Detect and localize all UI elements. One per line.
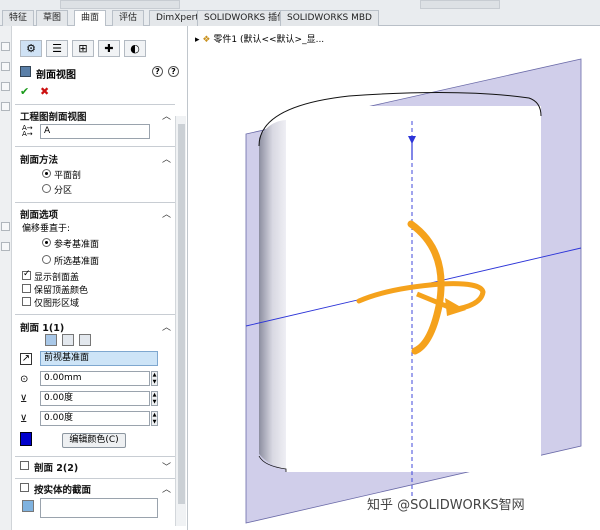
feature-manager-icon[interactable]: ⚙ [20, 40, 42, 57]
section-label-title: 工程图剖面视图 [20, 112, 87, 123]
plane-input[interactable]: 前视基准面 [40, 351, 158, 366]
tab-features[interactable]: 特征 [2, 10, 35, 26]
plane-flip-icon[interactable] [62, 334, 74, 346]
checkbox-graphics-only[interactable] [22, 297, 31, 306]
display-manager-icon[interactable]: ◐ [124, 40, 146, 57]
section2-title: 剖面 2(2) [34, 463, 79, 474]
command-tab-bar: 特征 草图 曲面 评估 DimXpert SOLIDWORKS 插件 SOLID… [0, 0, 600, 27]
tool-icon[interactable] [1, 42, 10, 51]
label-letter-icon: A→ A→ [22, 124, 33, 138]
plane-view-icon[interactable] [45, 334, 57, 346]
angle-y-spinner[interactable]: ▲ ▼ [151, 411, 158, 426]
divider [15, 146, 175, 147]
offset-distance-input[interactable]: 0.00mm [40, 371, 150, 386]
top-strip [60, 0, 180, 9]
offset-distance-icon: ⊙ [20, 374, 29, 385]
cylinder-side-face [259, 120, 286, 469]
collapse-icon[interactable]: ︿ [162, 320, 171, 333]
dimxpert-icon[interactable]: ✚ [98, 40, 120, 57]
tool-icon[interactable] [1, 222, 10, 231]
divider [15, 104, 175, 105]
property-manager-icon[interactable]: ☰ [46, 40, 68, 57]
ok-button[interactable]: ✔ [20, 85, 29, 98]
option-zonal: 分区 [54, 186, 73, 196]
angle-y-icon: ⊻ [20, 414, 28, 425]
angle-x-input[interactable]: 0.00度 [40, 391, 150, 406]
expand-icon[interactable]: ﹀ [162, 460, 171, 473]
panel-tabs: ⚙ ☰ ⊞ ✚ ◐ [12, 34, 187, 57]
divider [15, 202, 175, 203]
whats-new-icon[interactable]: ? [168, 66, 179, 77]
model-scene[interactable] [189, 26, 600, 530]
angle-x-icon: ⊻ [20, 394, 28, 405]
body-selection-box[interactable] [40, 498, 158, 518]
radio-reference-plane[interactable] [42, 238, 51, 247]
watermark: 知乎 @SOLIDWORKS智网 [367, 498, 525, 513]
body-selection-icon [22, 500, 34, 512]
radio-zonal[interactable] [42, 184, 51, 193]
scrollbar-thumb[interactable] [178, 124, 185, 504]
label-graphics-only: 仅图形区域 [34, 299, 80, 309]
collapse-icon[interactable]: ︿ [162, 482, 171, 495]
panel-title: 剖面视图 [36, 70, 76, 81]
option-selected-plane: 所选基准面 [54, 257, 100, 267]
tool-icon[interactable] [1, 242, 10, 251]
tool-icon[interactable] [1, 102, 10, 111]
panel-header: 剖面视图 [20, 66, 76, 81]
cap-color-swatch [20, 432, 32, 446]
graphics-viewport[interactable]: ▸ ❖ 零件1 (默认<<默认>_显... 知乎 @SOLIDWORKS智网 [189, 26, 600, 530]
divider [15, 314, 175, 315]
checkbox-section2[interactable] [20, 461, 29, 470]
top-strip [420, 0, 500, 9]
tab-mbd[interactable]: SOLIDWORKS MBD [280, 10, 379, 26]
tab-surfaces[interactable]: 曲面 [74, 10, 107, 27]
reverse-direction-icon[interactable]: ↗ [20, 353, 32, 365]
tool-icon[interactable] [1, 62, 10, 71]
section1-title: 剖面 1(1) [20, 323, 65, 334]
tab-addins[interactable]: SOLIDWORKS 插件 [197, 10, 294, 26]
offset-label: 偏移垂直于: [22, 224, 71, 234]
edit-color-button[interactable]: 编辑颜色(C) [62, 433, 126, 448]
panel-scrollbar[interactable] [175, 116, 186, 526]
by-body-title: 按实体的截面 [34, 485, 92, 496]
tool-icon[interactable] [1, 82, 10, 91]
option-plane-section: 平面剖 [54, 171, 82, 181]
cancel-button[interactable]: ✖ [40, 85, 49, 98]
label-keep-color: 保留顶盖颜色 [34, 286, 89, 296]
section-label-input[interactable]: A [40, 124, 150, 139]
collapse-icon[interactable]: ︿ [162, 207, 171, 220]
offset-spinner[interactable]: ▲ ▼ [151, 371, 158, 386]
tab-sketch[interactable]: 草图 [36, 10, 69, 26]
radio-selected-plane[interactable] [42, 255, 51, 264]
tab-evaluate[interactable]: 评估 [112, 10, 145, 26]
checkbox-keep-color[interactable] [22, 284, 31, 293]
angle-y-input[interactable]: 0.00度 [40, 411, 150, 426]
angle-x-spinner[interactable]: ▲ ▼ [151, 391, 158, 406]
collapse-icon[interactable]: ︿ [162, 152, 171, 165]
collapse-icon[interactable]: ︿ [162, 109, 171, 122]
options-title: 剖面选项 [20, 210, 59, 221]
property-manager-panel: ⚙ ☰ ⊞ ✚ ◐ 剖面视图 ? ? ✔ ✖ 工程图剖面视图 ︿ A→ A→ A … [12, 26, 188, 530]
checkbox-by-body[interactable] [20, 483, 29, 492]
label-show-cap: 显示剖面盖 [34, 273, 80, 283]
method-title: 剖面方法 [20, 155, 59, 166]
divider [15, 478, 175, 479]
checkbox-show-cap[interactable] [22, 269, 31, 280]
configuration-icon[interactable]: ⊞ [72, 40, 94, 57]
section-view-icon [20, 66, 31, 77]
left-toolbar-strip [0, 26, 12, 530]
divider [15, 456, 175, 457]
option-reference-plane: 参考基准面 [54, 240, 100, 250]
radio-plane-section[interactable] [42, 169, 51, 178]
help-icon[interactable]: ? [152, 66, 163, 77]
plane-right-icon[interactable] [79, 334, 91, 346]
